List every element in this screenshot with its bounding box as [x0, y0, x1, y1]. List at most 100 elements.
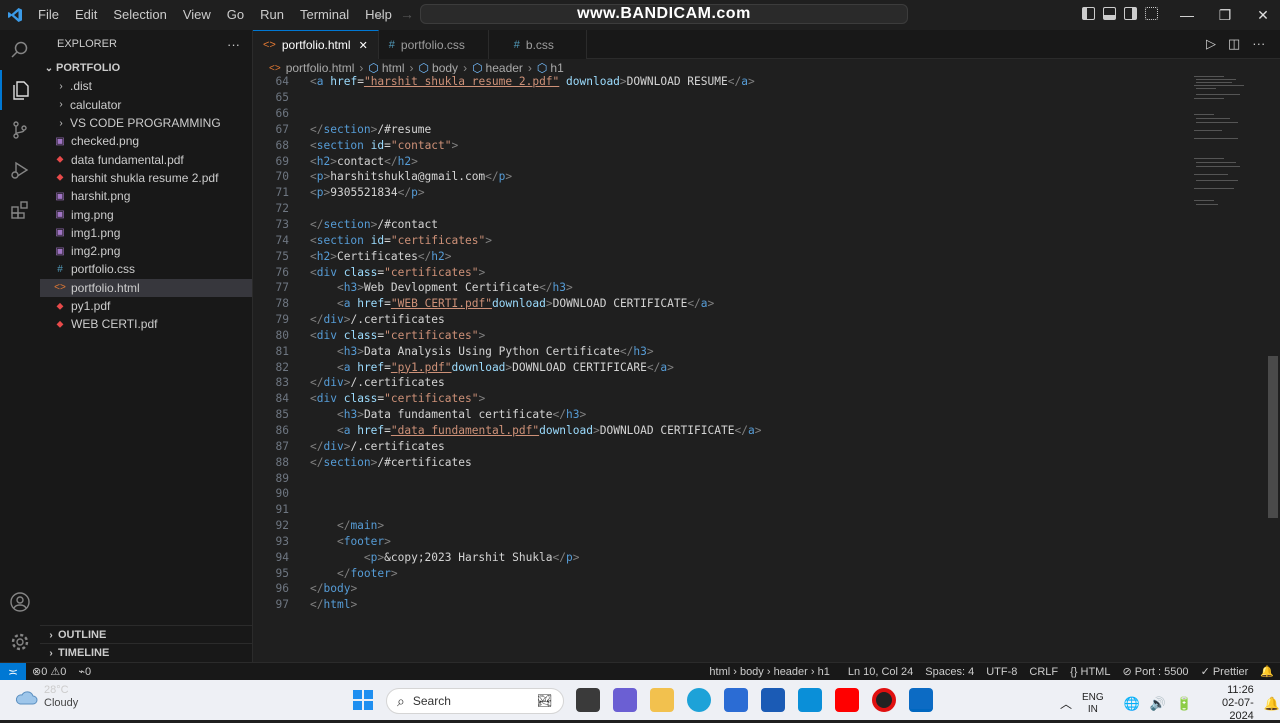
vscode-taskbar-icon[interactable] — [909, 688, 933, 712]
menu-edit[interactable]: Edit — [67, 0, 105, 30]
code-line[interactable]: 91 — [253, 502, 1267, 518]
breadcrumb-item[interactable]: html — [382, 61, 405, 75]
menu-selection[interactable]: Selection — [105, 0, 174, 30]
code-line[interactable]: 84 <div class="certificates"> — [253, 391, 1267, 407]
code-line[interactable]: 75 <h2>Certificates</h2> — [253, 248, 1267, 264]
code-line[interactable]: 68 <section id="contact"> — [253, 137, 1267, 153]
windows-start-icon[interactable] — [352, 689, 374, 714]
clock[interactable]: 11:26 02-07-2024 — [1206, 684, 1254, 723]
code-line[interactable]: 76 <div class="certificates"> — [253, 264, 1267, 280]
code-line[interactable]: 69 <h2>contact</h2> — [253, 153, 1267, 169]
menu-go[interactable]: Go — [219, 0, 252, 30]
breadcrumb-item[interactable]: body — [432, 61, 458, 75]
source-control-icon[interactable] — [0, 110, 40, 150]
scrollbar-thumb[interactable] — [1268, 356, 1278, 518]
cursor-position[interactable]: Ln 10, Col 24 — [842, 666, 919, 678]
code-line[interactable]: 70 <p>harshitshukla@gmail.com</p> — [253, 169, 1267, 185]
live-server-port[interactable]: ⊘ Port : 5500 — [1116, 665, 1194, 678]
menu-terminal[interactable]: Terminal — [292, 0, 357, 30]
menu-file[interactable]: File — [30, 0, 67, 30]
forward-arrow-icon[interactable]: → — [400, 6, 414, 22]
explorer-icon[interactable] — [0, 70, 40, 110]
tab-portfolio-css[interactable]: # portfolio.css — [378, 30, 489, 59]
customize-layout-icon[interactable] — [1145, 7, 1158, 20]
tree-item[interactable]: ⬥ py1.pdf — [40, 297, 252, 315]
minimize-icon[interactable]: — — [1168, 0, 1206, 30]
battery-icon[interactable]: 🔋 — [1176, 696, 1192, 712]
notifications-bell-icon[interactable]: 🔔 — [1254, 665, 1280, 678]
encoding[interactable]: UTF-8 — [980, 666, 1023, 678]
ports-count[interactable]: ⌁0 — [72, 665, 97, 678]
split-editor-icon[interactable]: ◫ — [1228, 36, 1240, 52]
input-language[interactable]: ENG IN — [1082, 692, 1104, 716]
tree-item[interactable]: ⬥ data fundamental.pdf — [40, 150, 252, 168]
more-actions-icon[interactable]: ··· — [1252, 36, 1265, 52]
code-line[interactable]: 83 </div>/.certificates — [253, 375, 1267, 391]
folder-root[interactable]: ⌄ PORTFOLIO — [40, 59, 252, 77]
code-line[interactable]: 81 <h3>Data Analysis Using Python Certif… — [253, 343, 1267, 359]
maximize-icon[interactable]: ❐ — [1206, 0, 1244, 30]
tab-b-css[interactable]: # b.css — [488, 30, 587, 59]
toggle-panel-icon[interactable] — [1103, 7, 1116, 20]
app-icon[interactable] — [798, 688, 822, 712]
bandicam-record-icon[interactable] — [872, 688, 896, 712]
code-line[interactable]: 65 — [253, 90, 1267, 106]
youtube-icon[interactable] — [835, 688, 859, 712]
menu-run[interactable]: Run — [252, 0, 292, 30]
code-line[interactable]: 92 </main> — [253, 518, 1267, 534]
minimap[interactable] — [1190, 74, 1254, 214]
problems-count[interactable]: ⊗0 ⚠0 — [26, 665, 72, 678]
tree-item[interactable]: ⬥ harshit shukla resume 2.pdf — [40, 169, 252, 187]
toggle-secondary-sidebar-icon[interactable] — [1124, 7, 1137, 20]
code-line[interactable]: 78 <a href="WEB CERTI.pdf"download>DOWNL… — [253, 296, 1267, 312]
tree-item[interactable]: ▣ img2.png — [40, 242, 252, 260]
search-icon[interactable] — [0, 30, 40, 70]
code-line[interactable]: 74 <section id="certificates"> — [253, 232, 1267, 248]
tab-portfolio-html[interactable]: <> portfolio.html ✕ — [253, 30, 379, 59]
lab-app-icon[interactable] — [761, 688, 785, 712]
file-explorer-icon[interactable] — [650, 688, 674, 712]
notification-icon[interactable]: 🔔 — [1264, 696, 1280, 712]
code-line[interactable]: 88 </section>/#certificates — [253, 454, 1267, 470]
tree-item[interactable]: › calculator — [40, 96, 252, 114]
code-editor[interactable]: 64 <a href="harshit shukla resume 2.pdf" … — [253, 74, 1267, 662]
outline-section[interactable]: › OUTLINE — [40, 625, 252, 644]
tree-item[interactable]: ⬥ WEB CERTI.pdf — [40, 315, 252, 333]
tree-item[interactable]: ▣ img.png — [40, 205, 252, 223]
code-line[interactable]: 93 <footer> — [253, 533, 1267, 549]
menu-view[interactable]: View — [175, 0, 219, 30]
code-line[interactable]: 77 <h3>Web Devlopment Certificate</h3> — [253, 280, 1267, 296]
language-mode[interactable]: {} HTML — [1064, 666, 1116, 678]
tree-item[interactable]: › .dist — [40, 77, 252, 95]
run-icon[interactable]: ▷ — [1206, 36, 1216, 52]
more-actions-icon[interactable]: ··· — [227, 37, 240, 52]
code-line[interactable]: 66 — [253, 106, 1267, 122]
line-ending[interactable]: CRLF — [1023, 666, 1064, 678]
code-line[interactable]: 73 </section>/#contact — [253, 217, 1267, 233]
close-tab-icon[interactable]: ✕ — [359, 39, 368, 52]
back-arrow-icon[interactable]: ← — [372, 6, 386, 22]
code-line[interactable]: 67 </section>/#resume — [253, 122, 1267, 138]
code-line[interactable]: 64 <a href="harshit shukla resume 2.pdf" … — [253, 74, 1267, 90]
timeline-section[interactable]: › TIMELINE — [40, 643, 252, 662]
teams-icon[interactable] — [613, 688, 637, 712]
microsoft-store-icon[interactable] — [724, 688, 748, 712]
prettier-status[interactable]: ✓ Prettier — [1195, 665, 1255, 678]
taskbar-search[interactable]: ⌕ Search 🏞 — [386, 688, 564, 714]
tree-item[interactable]: ▣ img1.png — [40, 224, 252, 242]
network-icon[interactable]: 🌐 — [1124, 696, 1140, 712]
settings-gear-icon[interactable] — [0, 622, 40, 662]
indentation[interactable]: Spaces: 4 — [919, 666, 980, 678]
code-line[interactable]: 86 <a href="data fundamental.pdf"downloa… — [253, 423, 1267, 439]
account-icon[interactable] — [0, 582, 40, 622]
code-line[interactable]: 79 </div>/.certificates — [253, 312, 1267, 328]
tree-item[interactable]: # portfolio.css — [40, 260, 252, 278]
edge-browser-icon[interactable] — [687, 688, 711, 712]
code-line[interactable]: 87 </div>/.certificates — [253, 438, 1267, 454]
tree-item[interactable]: ▣ checked.png — [40, 132, 252, 150]
code-line[interactable]: 96 </body> — [253, 581, 1267, 597]
breadcrumb-item[interactable]: header — [486, 61, 523, 75]
breadcrumb-item[interactable]: h1 — [550, 61, 563, 75]
tree-item[interactable]: <> portfolio.html — [40, 278, 252, 297]
code-line[interactable]: 94 <p>&copy;2023 Harshit Shukla</p> — [253, 549, 1267, 565]
